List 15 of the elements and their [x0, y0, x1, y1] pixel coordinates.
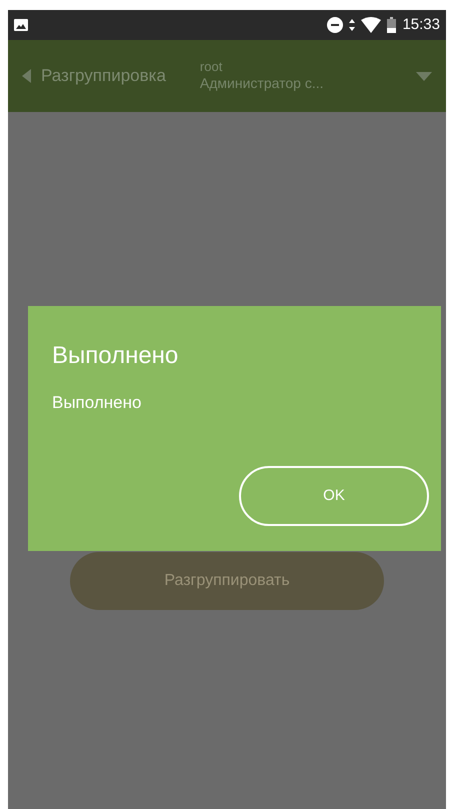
screen-title: Разгруппировка	[41, 65, 166, 88]
user-name: root	[200, 60, 224, 76]
dialog-title: Выполнено	[52, 341, 180, 371]
battery-icon	[387, 17, 396, 33]
ungroup-button[interactable]: Разгруппировать	[70, 552, 384, 610]
dialog-message: Выполнено	[52, 392, 142, 414]
status-time: 15:33	[402, 14, 440, 35]
user-role: Администратор с...	[200, 75, 324, 92]
wifi-icon	[361, 17, 382, 33]
image-icon	[14, 19, 28, 31]
ok-button[interactable]: OK	[239, 466, 429, 526]
do-not-disturb-icon	[327, 17, 344, 33]
data-arrows-icon	[349, 18, 356, 32]
dropdown-icon[interactable]	[416, 72, 432, 80]
back-icon[interactable]	[22, 69, 31, 83]
